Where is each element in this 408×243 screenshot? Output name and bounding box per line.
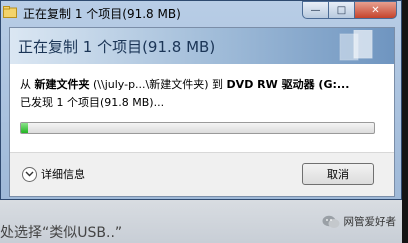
watermark-text: 网管爱好者	[343, 216, 397, 228]
window-title: 正在复制 1 个项目(91.8 MB)	[23, 7, 181, 21]
copy-progress-bar	[20, 122, 375, 134]
folder-icon	[3, 6, 17, 18]
dialog-content: 正在复制 1 个项目(91.8 MB) 从 新建文件夹 (\\july-p...…	[9, 27, 395, 197]
cancel-button[interactable]: 取消	[302, 163, 374, 185]
found-items-status: 已发现 1 个项目(91.8 MB)...	[20, 96, 165, 109]
maximize-button[interactable]: □	[328, 1, 354, 19]
dialog-footer: 详细信息 取消	[10, 152, 394, 196]
from-prefix: 从	[20, 78, 31, 91]
close-button[interactable]: ✕	[354, 1, 397, 19]
background-window-edge	[402, 0, 408, 243]
source-folder-link[interactable]: 新建文件夹	[35, 78, 90, 91]
more-details-label: 详细信息	[41, 168, 85, 181]
to-prefix: 到	[212, 78, 224, 91]
window-controls: — □ ✕	[302, 1, 397, 19]
watermark: 网管爱好者	[322, 214, 397, 229]
copy-progress-window: 正在复制 1 个项目(91.8 MB) — □ ✕ 正在复制 1 个项目(91.…	[0, 0, 402, 200]
copy-files-icon	[339, 30, 373, 61]
progress-fill	[21, 123, 29, 133]
copy-source-destination: 从 新建文件夹 (\\july-p...\新建文件夹) 到 DVD RW 驱动器…	[20, 76, 349, 92]
destination-drive-link[interactable]: DVD RW 驱动器 (G:...	[227, 78, 350, 91]
dialog-header: 正在复制 1 个项目(91.8 MB)	[10, 28, 394, 64]
wechat-logo-icon	[322, 215, 339, 228]
chevron-down-icon	[22, 166, 37, 182]
background-partial-text: 处选择“类似USB..”	[0, 225, 123, 241]
title-bar[interactable]: 正在复制 1 个项目(91.8 MB) — □ ✕	[1, 1, 401, 25]
more-details-toggle[interactable]: 详细信息	[22, 166, 85, 182]
dialog-header-title: 正在复制 1 个项目(91.8 MB)	[18, 38, 216, 56]
minimize-button[interactable]: —	[302, 1, 328, 19]
source-path: (\\july-p...\新建文件夹)	[93, 78, 209, 91]
